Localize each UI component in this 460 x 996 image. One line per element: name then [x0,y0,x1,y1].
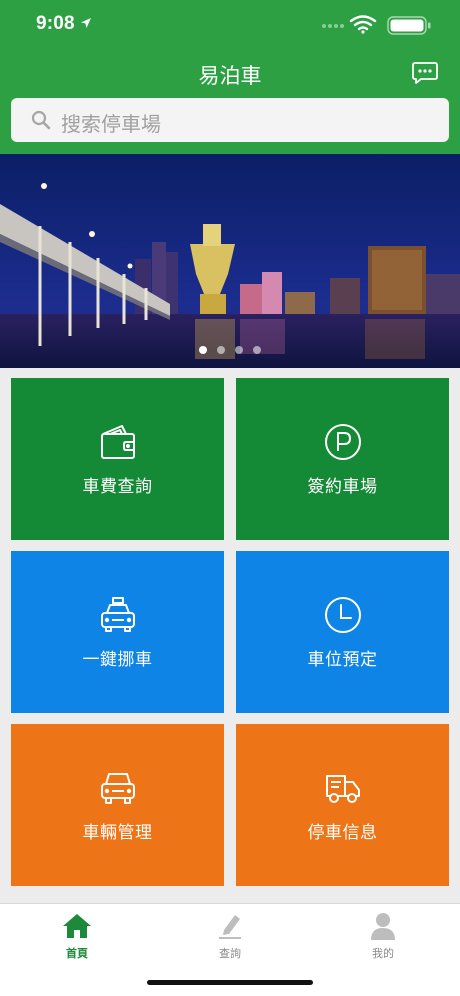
clock-icon [324,596,361,633]
tile-label: 一鍵挪車 [82,649,153,669]
tile-space-reservation[interactable]: 車位預定 [236,551,449,713]
battery-icon [387,16,431,35]
tile-move-car[interactable]: 一鍵挪車 [11,551,224,713]
carousel-dots [0,346,460,354]
parking-icon [324,423,361,460]
search-bar[interactable]: 搜索停車場 [11,98,449,142]
tile-vehicle-management[interactable]: 車輛管理 [11,724,224,886]
banner-carousel[interactable] [0,154,460,368]
tile-contracted-parking[interactable]: 簽約車場 [236,378,449,540]
tile-label: 停車信息 [307,822,378,842]
tile-parking-info[interactable]: 停車信息 [236,724,449,886]
message-icon[interactable] [412,61,438,85]
tile-label: 車位預定 [307,649,378,669]
location-arrow-icon [81,18,91,28]
tab-home[interactable]: 首頁 [17,912,137,961]
wifi-icon [349,15,377,34]
taxi-icon [100,596,135,632]
home-indicator [147,980,313,985]
car-icon [100,772,135,804]
search-placeholder: 搜索停車場 [61,114,161,136]
tab-label: 我的 [372,948,394,960]
tab-profile[interactable]: 我的 [323,912,443,961]
tile-label: 車費查詢 [82,476,153,496]
app-header: 9:08 易泊車 搜索停車場 [0,0,460,154]
carousel-dot[interactable] [253,346,261,354]
tile-label: 簽約車場 [307,476,378,496]
wallet-icon [100,424,135,459]
search-icon [31,110,51,130]
truck-info-icon [325,774,360,803]
home-icon [63,914,91,938]
banner-image [0,154,460,368]
status-indicators [322,15,431,35]
user-icon [371,913,395,940]
tab-label: 首頁 [66,948,88,960]
status-bar: 9:08 [0,0,460,50]
signal-dots-icon [322,24,344,28]
carousel-dot[interactable] [199,346,207,354]
status-time: 9:08 [36,13,75,34]
tile-label: 車輛管理 [82,822,153,842]
tab-label: 查詢 [219,948,241,960]
carousel-dot[interactable] [217,346,225,354]
carousel-dot[interactable] [235,346,243,354]
edit-icon [219,915,241,939]
tile-fee-inquiry[interactable]: 車費查詢 [11,378,224,540]
tab-inquiry[interactable]: 查詢 [170,912,290,961]
page-title: 易泊車 [198,65,262,88]
